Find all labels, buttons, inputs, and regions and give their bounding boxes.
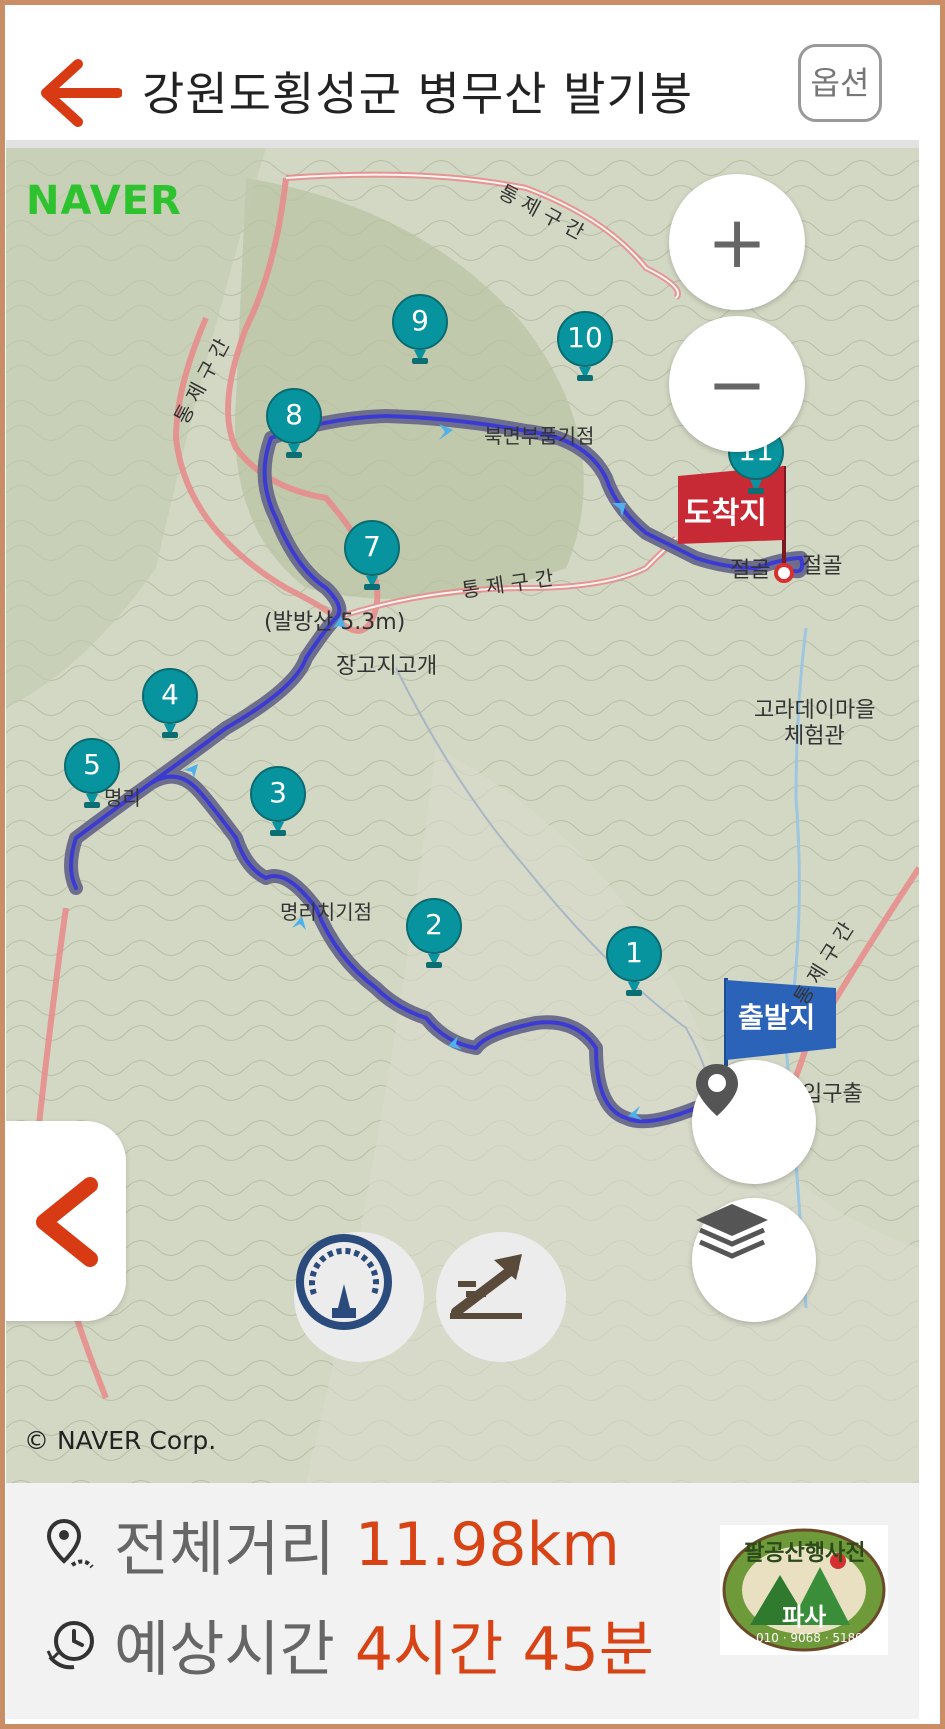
clock-route-icon <box>46 1620 94 1669</box>
poi-label: 명리치기점 <box>280 900 372 924</box>
club-name: 팔공산행사진 <box>744 1541 866 1566</box>
poi-label: 체험관 <box>784 724 845 749</box>
page-title: 강원도횡성군 병무산 발기봉 <box>142 67 694 121</box>
waypoint-marker[interactable]: 5 <box>64 736 120 816</box>
waypoint-marker[interactable]: 4 <box>142 666 198 746</box>
waypoint-marker[interactable]: 8 <box>266 386 322 466</box>
start-flag-label: 출발지 <box>738 1001 816 1034</box>
poi-label: 절골 <box>730 558 771 583</box>
speedometer-icon <box>296 1234 392 1330</box>
elevation-button[interactable] <box>436 1232 566 1362</box>
pass-label: 장고지고개 <box>336 654 438 679</box>
poi-label: 절골 <box>802 554 843 579</box>
chevron-left-icon <box>36 1177 98 1267</box>
waypoint-marker[interactable]: 1 <box>606 924 662 1004</box>
layers-icon <box>696 1204 768 1259</box>
route-summary: 전체거리 11.98km 예상시간 4시간 45분 팔공산행사진 파사 010 … <box>6 1483 919 1719</box>
waypoint-number: 7 <box>363 530 381 563</box>
zoom-out-label: − <box>706 342 768 426</box>
waypoint-number: 1 <box>625 936 643 969</box>
peak-label: (발방산 5.3m) <box>264 610 406 635</box>
distance-value: 11.98km <box>354 1509 620 1580</box>
copyright: © NAVER Corp. <box>24 1426 217 1455</box>
options-button[interactable]: 옵션 <box>798 44 882 122</box>
club-logo: 팔공산행사진 파사 010 · 9068 · 5189 <box>720 1525 888 1655</box>
zoom-in-button[interactable]: + <box>669 174 805 310</box>
waypoint-number: 8 <box>285 398 303 431</box>
waypoint-number: 2 <box>425 908 443 941</box>
time-value: 4시간 45분 <box>354 1615 655 1685</box>
zoom-in-label: + <box>706 200 768 284</box>
waypoint-marker[interactable]: 2 <box>406 896 462 976</box>
distance-row: 전체거리 11.98km <box>44 1501 620 1588</box>
layers-button[interactable] <box>692 1198 816 1322</box>
speed-button[interactable] <box>294 1232 424 1362</box>
waypoint-marker[interactable]: 9 <box>392 292 448 372</box>
waypoint-number: 5 <box>83 748 101 781</box>
waypoint-number: 3 <box>269 776 287 809</box>
waypoint-marker[interactable]: 10 <box>557 309 613 389</box>
time-label: 예상시간 <box>114 1615 335 1685</box>
my-location-button[interactable] <box>692 1060 816 1184</box>
club-phone: 010 · 9068 · 5189 <box>756 1631 863 1645</box>
poi-label: 북면부품기점 <box>484 424 595 448</box>
top-bar: 강원도횡성군 병무산 발기봉 옵션 <box>6 6 919 148</box>
waypoint-number: 10 <box>567 321 603 354</box>
waypoint-number: 4 <box>161 678 179 711</box>
waypoint-marker[interactable]: 3 <box>250 764 306 844</box>
route-distance-icon <box>46 1518 94 1568</box>
map-view[interactable]: 통 제 구 간 통 제 구 간 통 제 구 간 통 제 구 간 (발방산 5.3… <box>6 148 919 1483</box>
zoom-out-button[interactable]: − <box>669 316 805 452</box>
distance-label: 전체거리 <box>114 1515 335 1585</box>
waypoint-number: 9 <box>411 304 429 337</box>
back-arrow-icon[interactable] <box>38 58 122 128</box>
waypoint-marker[interactable]: 7 <box>344 518 400 598</box>
side-panel-toggle[interactable] <box>6 1121 126 1321</box>
location-pin-icon <box>696 1064 738 1116</box>
club-short: 파사 <box>782 1603 827 1631</box>
elevation-icon <box>450 1254 522 1319</box>
time-row: 예상시간 4시간 45분 <box>44 1601 654 1688</box>
naver-logo: NAVER <box>26 178 182 224</box>
